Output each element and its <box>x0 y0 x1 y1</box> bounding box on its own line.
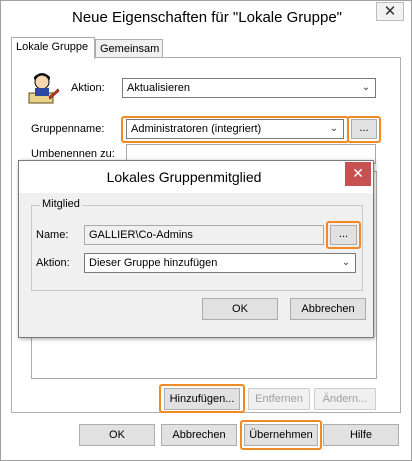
dialog-titlebar: Lokales Gruppenmitglied ✕ <box>19 161 373 193</box>
remove-member-button[interactable]: Entfernen <box>248 388 310 410</box>
aktion-label: Aktion: <box>71 82 105 94</box>
close-icon[interactable]: ✕ <box>345 162 371 186</box>
chevron-down-icon: ⌄ <box>361 82 371 93</box>
close-icon[interactable]: ✕ <box>376 2 404 21</box>
dialog-name-label: Name: <box>36 229 69 241</box>
gruppenname-label: Gruppenname: <box>31 123 105 135</box>
apply-button[interactable]: Übernehmen <box>244 424 318 446</box>
mitglied-group-title: Mitglied <box>40 198 82 210</box>
gruppenname-browse-button[interactable]: ... <box>351 119 377 139</box>
dialog-name-input[interactable]: GALLIER\Co-Admins <box>84 225 324 245</box>
gruppenname-select[interactable]: Administratoren (integriert) ⌄ <box>126 119 344 139</box>
cancel-button[interactable]: Abbrechen <box>161 424 237 446</box>
chevron-down-icon: ⌄ <box>329 123 339 134</box>
add-member-button[interactable]: Hinzufügen... <box>164 388 240 410</box>
change-member-button[interactable]: Ändern... <box>314 388 376 410</box>
help-button[interactable]: Hilfe <box>323 424 399 446</box>
chevron-down-icon: ⌄ <box>341 257 351 268</box>
aktion-select-value: Aktualisieren <box>127 82 190 94</box>
dialog-action-label: Aktion: <box>36 257 70 269</box>
tab-lokale-gruppe[interactable]: Lokale Gruppe <box>11 37 95 59</box>
dialog-action-value: Dieser Gruppe hinzufügen <box>89 257 218 269</box>
gruppenname-select-value: Administratoren (integriert) <box>131 123 262 135</box>
ok-button[interactable]: OK <box>79 424 155 446</box>
aktion-select[interactable]: Aktualisieren ⌄ <box>122 78 376 98</box>
member-dialog: Lokales Gruppenmitglied ✕ Mitglied Name:… <box>18 160 374 338</box>
mitglied-groupbox: Mitglied Name: GALLIER\Co-Admins ... Akt… <box>31 198 363 291</box>
dialog-cancel-button[interactable]: Abbrechen <box>290 298 366 320</box>
group-policy-user-icon <box>25 71 61 107</box>
tab-gemeinsam[interactable]: Gemeinsam <box>95 39 163 59</box>
dialog-action-select[interactable]: Dieser Gruppe hinzufügen ⌄ <box>84 253 356 273</box>
dialog-browse-button[interactable]: ... <box>330 225 357 245</box>
dialog-ok-button[interactable]: OK <box>202 298 278 320</box>
umbenennen-label: Umbenennen zu: <box>31 148 115 160</box>
dialog-title: Lokales Gruppenmitglied <box>106 169 262 185</box>
window-title: Neue Eigenschaften für "Lokale Gruppe" <box>72 9 342 26</box>
